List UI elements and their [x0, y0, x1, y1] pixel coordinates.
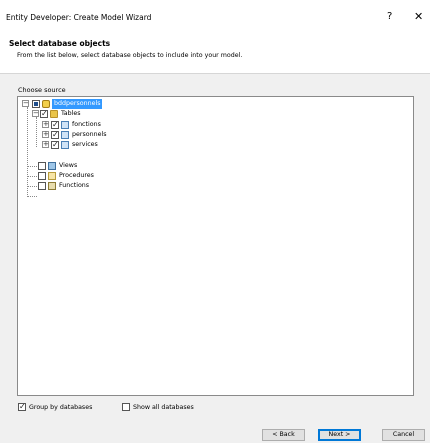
cancel-button[interactable]: Cancel: [382, 429, 425, 441]
views-checkbox[interactable]: [38, 162, 46, 170]
next-button[interactable]: Next >: [318, 429, 361, 441]
database-icon: [42, 100, 50, 108]
tree-node-views[interactable]: Views: [38, 161, 238, 171]
table-label: fonctions: [72, 121, 101, 128]
collapse-icon[interactable]: −: [22, 100, 29, 107]
group-by-databases-option[interactable]: Group by databases: [18, 402, 118, 413]
show-all-databases-checkbox[interactable]: [122, 403, 130, 411]
tree-node-functions[interactable]: Functions: [38, 181, 238, 191]
choose-source-label: Choose source: [18, 86, 66, 94]
table-checkbox[interactable]: [51, 130, 59, 140]
page-title: Select database objects: [9, 39, 111, 48]
tree-connector: [27, 176, 37, 177]
back-button[interactable]: < Back: [262, 429, 305, 441]
table-label: services: [72, 141, 98, 148]
table-checkbox[interactable]: [51, 120, 59, 130]
title-bar: Entity Developer: Create Model Wizard ? …: [0, 0, 430, 34]
tree-connector: [27, 186, 37, 187]
tables-checkbox[interactable]: [40, 109, 48, 119]
expand-icon[interactable]: +: [42, 121, 49, 128]
procedure-icon: [48, 172, 56, 180]
close-icon[interactable]: ✕: [414, 10, 423, 23]
source-tree[interactable]: − bddpersonnels − Tables + fonctions + p…: [17, 96, 414, 396]
show-all-databases-option[interactable]: Show all databases: [122, 403, 222, 413]
procedures-label: Procedures: [59, 172, 94, 179]
tree-node-tables[interactable]: − Tables: [30, 109, 230, 119]
tree-connector: [27, 196, 37, 197]
tree-connector: [36, 117, 37, 147]
expand-icon[interactable]: +: [42, 141, 49, 148]
table-label: personnels: [72, 131, 107, 138]
procedures-checkbox[interactable]: [38, 172, 46, 180]
table-checkbox[interactable]: [51, 140, 59, 150]
show-all-databases-label: Show all databases: [133, 404, 194, 411]
tables-label: Tables: [61, 110, 81, 117]
database-checkbox[interactable]: [32, 100, 40, 108]
table-icon: [61, 131, 69, 139]
table-icon: [61, 141, 69, 149]
tree-node-procedures[interactable]: Procedures: [38, 171, 238, 181]
window-title: Entity Developer: Create Model Wizard: [6, 13, 152, 22]
views-label: Views: [59, 162, 78, 169]
tree-node-table-personnels[interactable]: + personnels: [40, 130, 240, 140]
database-label: bddpersonnels: [52, 99, 103, 109]
wizard-window: Entity Developer: Create Model Wizard ? …: [0, 0, 430, 443]
tree-node-database[interactable]: − bddpersonnels: [20, 99, 220, 109]
collapse-icon[interactable]: −: [32, 110, 39, 117]
tree-node-table-services[interactable]: + services: [40, 140, 240, 150]
function-icon: [48, 182, 56, 190]
group-by-databases-checkbox[interactable]: [18, 402, 26, 411]
table-icon: [61, 121, 69, 129]
folder-icon: [50, 110, 58, 118]
group-by-databases-label: Group by databases: [29, 404, 93, 411]
tree-connector: [27, 107, 28, 197]
wizard-header: Select database objects From the list be…: [0, 34, 430, 74]
page-subtitle: From the list below, select database obj…: [17, 52, 243, 59]
view-icon: [48, 162, 56, 170]
tree-connector: [27, 166, 37, 167]
functions-checkbox[interactable]: [38, 182, 46, 190]
expand-icon[interactable]: +: [42, 131, 49, 138]
help-icon[interactable]: ?: [387, 11, 392, 22]
functions-label: Functions: [59, 182, 90, 189]
tree-node-table-fonctions[interactable]: + fonctions: [40, 120, 240, 130]
